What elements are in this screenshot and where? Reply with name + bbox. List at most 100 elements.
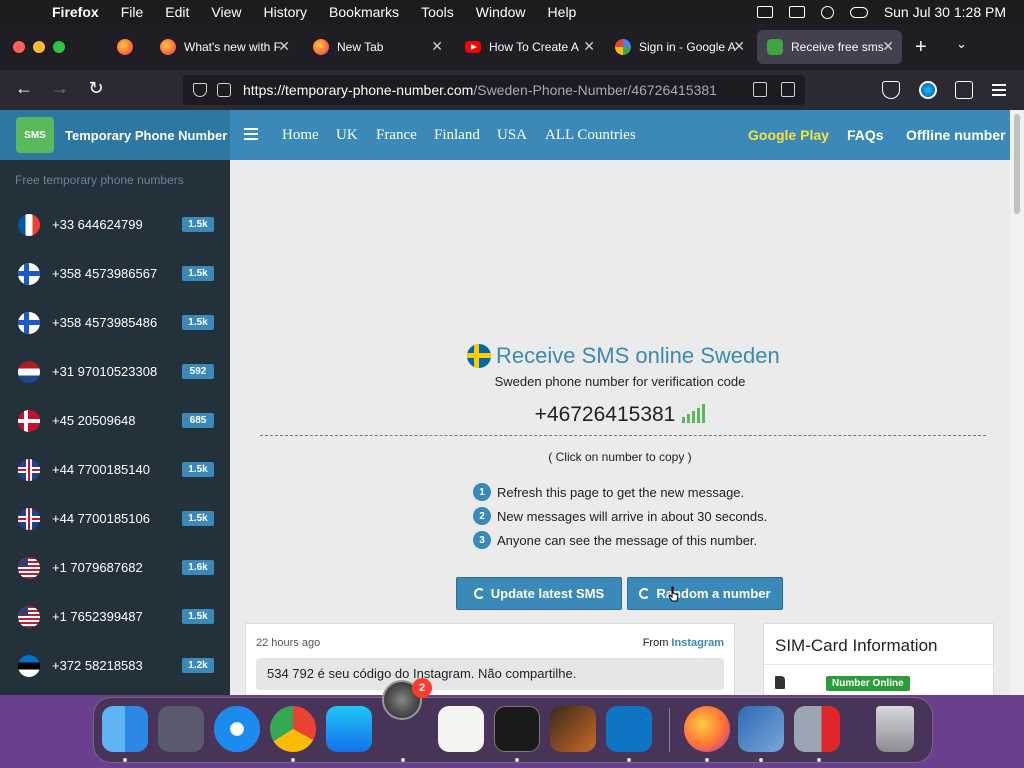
sidebar-number-item[interactable]: +358 4573986567 1.5k xyxy=(0,249,230,298)
firefox-icon[interactable] xyxy=(684,706,730,752)
sidebar-number-item[interactable]: +1 7079687682 1.6k xyxy=(0,543,230,592)
terminal-icon[interactable] xyxy=(494,706,540,752)
account-avatar-icon[interactable] xyxy=(919,81,937,99)
launchpad-icon[interactable] xyxy=(158,706,204,752)
back-arrow-icon[interactable]: ← xyxy=(12,78,36,99)
update-sms-button[interactable]: Update latest SMS xyxy=(456,577,622,610)
google-icon xyxy=(615,39,631,55)
browser-tab[interactable]: New Tab ✕ xyxy=(303,30,451,64)
firefox-view-icon[interactable] xyxy=(117,39,133,55)
bookmark-star-icon[interactable] xyxy=(781,82,795,97)
hamburger-menu-icon[interactable] xyxy=(992,84,1006,96)
web-page: SMS Temporary Phone Number Home UK Franc… xyxy=(0,110,1010,695)
menu-tools[interactable]: Tools xyxy=(421,4,454,20)
status-badge: Number Online xyxy=(826,676,910,691)
nav-finland[interactable]: Finland xyxy=(434,127,480,144)
finland-flag-icon xyxy=(18,262,40,285)
sidebar-number-item[interactable]: +1 7652399487 1.5k xyxy=(0,592,230,641)
close-tab-icon[interactable]: ✕ xyxy=(431,38,443,55)
window-switch-icon[interactable] xyxy=(788,6,805,18)
site-brand[interactable]: SMS Temporary Phone Number xyxy=(0,110,230,160)
menu-app-name[interactable]: Firefox xyxy=(52,4,99,20)
window-minimize-button[interactable] xyxy=(33,41,45,53)
featured-phone-number[interactable]: +46726415381 xyxy=(535,403,676,427)
extensions-icon[interactable] xyxy=(955,81,973,99)
nav-home[interactable]: Home xyxy=(282,127,319,144)
sim-card-title: SIM-Card Information xyxy=(775,636,938,655)
phone-number: +31 97010523308 xyxy=(52,364,158,379)
nav-france[interactable]: France xyxy=(376,127,417,144)
nav-offline-number[interactable]: Offline number xyxy=(906,127,1006,143)
sidebar-number-item[interactable]: +358 4573985486 1.5k xyxy=(0,298,230,347)
browser-tab[interactable]: Sign in - Google A ✕ xyxy=(605,30,753,64)
virtualbox-icon[interactable] xyxy=(738,706,784,752)
nav-google-play[interactable]: Google Play xyxy=(748,127,829,143)
nav-uk[interactable]: UK xyxy=(336,127,358,144)
menu-edit[interactable]: Edit xyxy=(165,4,189,20)
macos-dock: 2 xyxy=(93,678,933,763)
url-text[interactable]: https://temporary-phone-number.com/Swede… xyxy=(243,82,717,98)
sidebar-number-item[interactable]: +33 644624799 1.5k xyxy=(0,200,230,249)
menu-bookmarks[interactable]: Bookmarks xyxy=(329,4,399,20)
nav-usa[interactable]: USA xyxy=(497,127,527,144)
page-scrollbar[interactable] xyxy=(1010,110,1024,695)
sender-link[interactable]: Instagram xyxy=(671,637,724,649)
app-store-icon[interactable] xyxy=(326,706,372,752)
sidebar-number-item[interactable]: +372 58218583 1.2k xyxy=(0,641,230,690)
reading-list-icon[interactable] xyxy=(756,6,773,18)
reload-icon[interactable]: ↻ xyxy=(84,78,108,99)
textedit-icon[interactable] xyxy=(438,706,484,752)
lock-icon[interactable] xyxy=(217,83,231,97)
sidebar-toggle-icon[interactable] xyxy=(244,128,258,140)
sidebar-number-item[interactable]: +31 97010523308 592 xyxy=(0,347,230,396)
finder-icon[interactable] xyxy=(102,706,148,752)
from-label: From xyxy=(642,637,669,649)
menu-help[interactable]: Help xyxy=(548,4,577,20)
message-count-badge: 592 xyxy=(182,364,214,379)
forward-arrow-icon[interactable]: → xyxy=(48,78,72,99)
sidebar-number-item[interactable]: +44 7700185140 1.5k xyxy=(0,445,230,494)
menu-window[interactable]: Window xyxy=(476,4,526,20)
address-bar[interactable]: https://temporary-phone-number.com/Swede… xyxy=(183,75,805,105)
browser-tab[interactable]: What's new with F ✕ xyxy=(150,30,298,64)
step-number-badge: 3 xyxy=(473,531,491,549)
vscode-icon[interactable] xyxy=(606,706,652,752)
parallels-icon[interactable] xyxy=(794,706,840,752)
close-tab-icon[interactable]: ✕ xyxy=(278,38,290,55)
menu-clock[interactable]: Sun Jul 30 1:28 PM xyxy=(884,4,1006,20)
tab-list-chevron-icon[interactable]: ⌄ xyxy=(956,36,967,52)
reader-view-icon[interactable] xyxy=(753,82,767,97)
control-center-icon[interactable] xyxy=(849,6,868,18)
safari-icon[interactable] xyxy=(214,706,260,752)
pocket-icon[interactable] xyxy=(882,81,900,99)
garageband-icon[interactable] xyxy=(550,706,596,752)
close-tab-icon[interactable]: ✕ xyxy=(583,38,595,55)
nav-all-countries[interactable]: ALL Countries xyxy=(545,127,636,144)
main-content: Receive SMS online Sweden Sweden phone n… xyxy=(230,160,1010,695)
phone-number: +358 4573986567 xyxy=(52,266,158,281)
window-zoom-button[interactable] xyxy=(53,41,65,53)
browser-tab-active[interactable]: Receive free sms ✕ xyxy=(757,30,902,64)
instruction-step: 1 Refresh this page to get the new messa… xyxy=(473,480,767,504)
sidebar-number-item[interactable]: +44 7700185106 1.5k xyxy=(0,494,230,543)
close-tab-icon[interactable]: ✕ xyxy=(733,38,745,55)
spotlight-search-icon[interactable] xyxy=(820,5,834,19)
window-close-button[interactable] xyxy=(13,41,25,53)
menu-view[interactable]: View xyxy=(211,4,241,20)
sidebar-number-item[interactable]: +45 20509648 685 xyxy=(0,396,230,445)
tracking-protection-icon[interactable] xyxy=(193,83,207,97)
new-tab-icon[interactable]: + xyxy=(915,36,927,59)
nav-faqs[interactable]: FAQs xyxy=(847,127,884,143)
message-count-badge: 1.5k xyxy=(182,217,214,232)
menu-history[interactable]: History xyxy=(263,4,307,20)
scrollbar-thumb[interactable] xyxy=(1014,114,1020,214)
menu-file[interactable]: File xyxy=(121,4,144,20)
phone-number: +1 7079687682 xyxy=(52,560,143,575)
message-count-badge: 1.5k xyxy=(182,609,214,624)
close-tab-icon[interactable]: ✕ xyxy=(882,38,894,55)
chrome-icon[interactable] xyxy=(270,706,316,752)
browser-tab[interactable]: How To Create A ✕ xyxy=(455,30,603,64)
trash-icon[interactable] xyxy=(876,706,914,752)
random-number-button[interactable]: Random a number xyxy=(627,577,783,610)
step-text: Anyone can see the message of this numbe… xyxy=(497,532,758,548)
